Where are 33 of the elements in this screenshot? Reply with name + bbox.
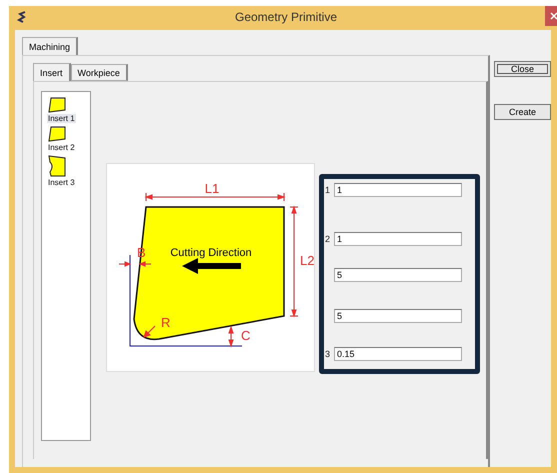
dimension-label: C bbox=[241, 328, 250, 343]
dimension-label: B bbox=[137, 245, 146, 260]
insert-list-item[interactable]: Insert 2 bbox=[47, 143, 76, 152]
insert-list-item[interactable]: Insert 3 bbox=[47, 178, 76, 187]
radius-arrow bbox=[143, 326, 156, 338]
window-title: Geometry Primitive bbox=[234, 10, 338, 24]
close-window-button[interactable] bbox=[545, 6, 557, 26]
parameter-field[interactable]: 5 bbox=[334, 268, 462, 282]
field-label: 1 bbox=[324, 185, 330, 195]
close-icon bbox=[550, 12, 557, 20]
app-logo-icon bbox=[17, 11, 27, 23]
clearance-dimension-arrow bbox=[228, 325, 234, 348]
field-label: 3 bbox=[324, 349, 330, 359]
dialog-button[interactable]: Create bbox=[494, 104, 551, 120]
parameter-field[interactable]: 5 bbox=[334, 309, 462, 323]
dimension-label: R bbox=[161, 315, 170, 330]
insert-shape-icon bbox=[47, 125, 67, 143]
sub-tab[interactable]: Insert bbox=[33, 63, 71, 81]
insert-shape-icon bbox=[47, 96, 67, 114]
insert-shape-icon bbox=[47, 154, 67, 178]
sub-tab[interactable]: Workpiece bbox=[70, 64, 128, 81]
field-label: 2 bbox=[324, 234, 330, 244]
dimension-label: L2 bbox=[300, 253, 314, 268]
cutting-direction-label: Cutting Direction bbox=[170, 247, 252, 259]
parameter-field[interactable]: 1 bbox=[334, 232, 462, 246]
machining-tab[interactable]: Machining bbox=[22, 37, 78, 55]
offset-dimension-arrow bbox=[118, 261, 152, 267]
dimension-label: L1 bbox=[204, 181, 220, 196]
left-arrow-icon bbox=[182, 258, 241, 274]
dialog-button[interactable]: Close bbox=[494, 61, 551, 77]
parameter-field[interactable]: 0.15 bbox=[334, 347, 462, 361]
parameter-field[interactable]: 1 bbox=[334, 183, 462, 197]
insert-list-item[interactable]: Insert 1 bbox=[47, 114, 76, 123]
